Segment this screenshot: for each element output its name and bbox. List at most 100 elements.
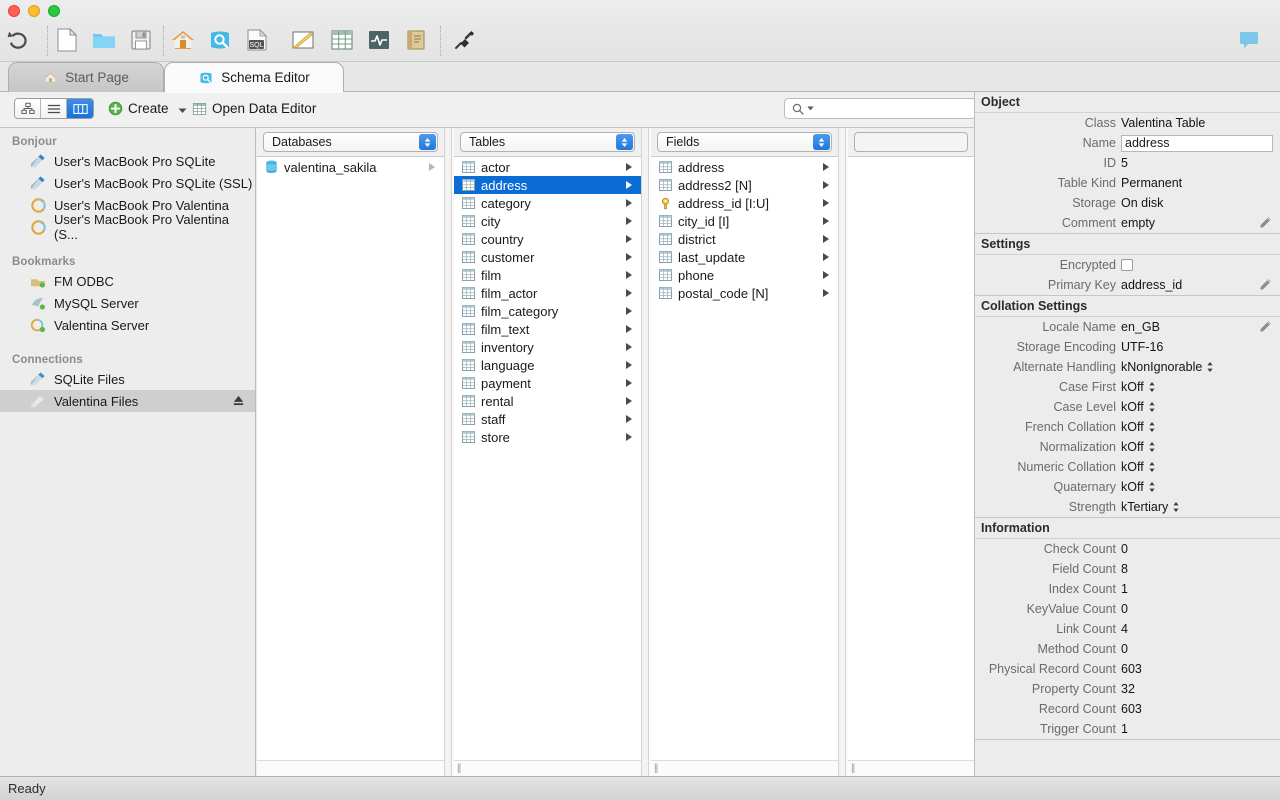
disclosure-triangle-icon[interactable] (625, 162, 633, 172)
disclosure-triangle-icon[interactable] (625, 378, 633, 388)
stepper-arrows-icon[interactable] (1148, 481, 1156, 493)
list-item[interactable]: film_text (454, 320, 641, 338)
chevron-down-icon[interactable] (178, 108, 187, 114)
sidebar-item-bonjour-1[interactable]: User's MacBook Pro SQLite (SSL) (0, 172, 255, 194)
splitter-2[interactable] (641, 128, 649, 776)
disclosure-triangle-icon[interactable] (625, 324, 633, 334)
list-item[interactable]: film (454, 266, 641, 284)
disclosure-triangle-icon[interactable] (625, 270, 633, 280)
resize-grip-icon[interactable]: || (457, 764, 460, 774)
data-editor-button[interactable] (325, 22, 359, 58)
fields-list[interactable]: addressaddress2 [N]address_id [I:U]city_… (651, 158, 838, 760)
tab-schema-editor[interactable]: Schema Editor (164, 62, 344, 92)
save-button[interactable] (124, 22, 158, 58)
chat-button[interactable] (1232, 22, 1266, 58)
inspector-row-value[interactable]: kTertiary (1121, 500, 1180, 514)
sidebar-item-bonjour-3[interactable]: User's MacBook Pro Valentina (S... (0, 216, 255, 238)
list-item[interactable]: film_actor (454, 284, 641, 302)
start-page-button[interactable] (166, 22, 200, 58)
edit-pencil-icon[interactable] (1259, 278, 1272, 291)
inspector-row-value[interactable]: kOff (1121, 380, 1156, 394)
list-item[interactable]: address (454, 176, 641, 194)
disclosure-triangle-icon[interactable] (625, 360, 633, 370)
inspector-row-value[interactable]: kOff (1121, 440, 1156, 454)
minimize-window-button[interactable] (28, 5, 40, 17)
list-item[interactable]: postal_code [N] (651, 284, 838, 302)
list-item[interactable]: last_update (651, 248, 838, 266)
disclosure-triangle-icon[interactable] (625, 306, 633, 316)
inspector-row-value[interactable]: kOff (1121, 480, 1156, 494)
splitter-1[interactable] (444, 128, 452, 776)
sql-editor-button[interactable]: SQL (240, 22, 274, 58)
disclosure-triangle-icon[interactable] (822, 270, 830, 280)
list-item[interactable]: phone (651, 266, 838, 284)
disclosure-triangle-icon[interactable] (822, 216, 830, 226)
disclosure-triangle-icon[interactable] (625, 342, 633, 352)
tables-list[interactable]: actoraddresscategorycitycountrycustomerf… (454, 158, 641, 760)
list-item[interactable]: staff (454, 410, 641, 428)
open-data-editor-button[interactable]: Open Data Editor (192, 101, 316, 116)
detail-popup-button[interactable] (854, 132, 968, 152)
disclosure-triangle-icon[interactable] (822, 234, 830, 244)
stepper-arrows-icon[interactable] (1148, 461, 1156, 473)
list-item[interactable]: store (454, 428, 641, 446)
zoom-window-button[interactable] (48, 5, 60, 17)
new-document-button[interactable] (50, 22, 84, 58)
disclosure-triangle-icon[interactable] (625, 252, 633, 262)
resize-grip-icon[interactable]: || (851, 764, 854, 774)
view-mode-diagram-button[interactable] (15, 99, 41, 118)
disclosure-triangle-icon[interactable] (428, 162, 436, 172)
view-mode-column-button[interactable] (67, 99, 93, 118)
disclosure-triangle-icon[interactable] (625, 180, 633, 190)
inspector-row-value[interactable]: kOff (1121, 420, 1156, 434)
eject-icon[interactable] (232, 394, 245, 407)
name-input[interactable]: address (1121, 135, 1273, 152)
disclosure-triangle-icon[interactable] (822, 180, 830, 190)
list-item[interactable]: film_category (454, 302, 641, 320)
disclosure-triangle-icon[interactable] (625, 396, 633, 406)
monitor-button[interactable] (362, 22, 396, 58)
disclosure-triangle-icon[interactable] (625, 234, 633, 244)
tables-popup-button[interactable]: Tables (460, 132, 635, 152)
stepper-arrows-icon[interactable] (1148, 421, 1156, 433)
stepper-arrows-icon[interactable] (1206, 361, 1214, 373)
list-item[interactable]: actor (454, 158, 641, 176)
databases-popup-button[interactable]: Databases (263, 132, 438, 152)
report-editor-button[interactable] (399, 22, 433, 58)
edit-pencil-icon[interactable] (1259, 216, 1272, 229)
disclosure-triangle-icon[interactable] (822, 288, 830, 298)
resize-grip-icon[interactable]: || (654, 764, 657, 774)
inspector-row-value[interactable]: kOff (1121, 400, 1156, 414)
edit-pencil-icon[interactable] (1259, 320, 1272, 333)
list-item[interactable]: country (454, 230, 641, 248)
list-item[interactable]: language (454, 356, 641, 374)
list-item[interactable]: address (651, 158, 838, 176)
sidebar-item-bonjour-0[interactable]: User's MacBook Pro SQLite (0, 150, 255, 172)
sidebar-item-valentina-files[interactable]: Valentina Files (0, 390, 255, 412)
stepper-arrows-icon[interactable] (1172, 501, 1180, 513)
disclosure-triangle-icon[interactable] (625, 288, 633, 298)
list-item[interactable]: payment (454, 374, 641, 392)
fields-popup-button[interactable]: Fields (657, 132, 832, 152)
disclosure-triangle-icon[interactable] (625, 198, 633, 208)
detail-list[interactable] (848, 158, 974, 760)
stepper-arrows-icon[interactable] (1148, 381, 1156, 393)
undo-button[interactable] (2, 22, 36, 58)
list-item[interactable]: address_id [I:U] (651, 194, 838, 212)
view-mode-list-button[interactable] (41, 99, 67, 118)
schema-editor-button[interactable] (203, 22, 237, 58)
connect-button[interactable] (448, 22, 482, 58)
list-item[interactable]: city (454, 212, 641, 230)
disclosure-triangle-icon[interactable] (822, 198, 830, 208)
splitter-3[interactable] (838, 128, 846, 776)
list-item[interactable]: inventory (454, 338, 641, 356)
stepper-arrows-icon[interactable] (1148, 401, 1156, 413)
open-button[interactable] (87, 22, 121, 58)
tab-start-page[interactable]: Start Page (8, 62, 164, 92)
search-field[interactable] (784, 98, 976, 119)
disclosure-triangle-icon[interactable] (822, 252, 830, 262)
list-item[interactable]: address2 [N] (651, 176, 838, 194)
close-window-button[interactable] (8, 5, 20, 17)
diagram-button[interactable] (286, 22, 320, 58)
disclosure-triangle-icon[interactable] (625, 216, 633, 226)
